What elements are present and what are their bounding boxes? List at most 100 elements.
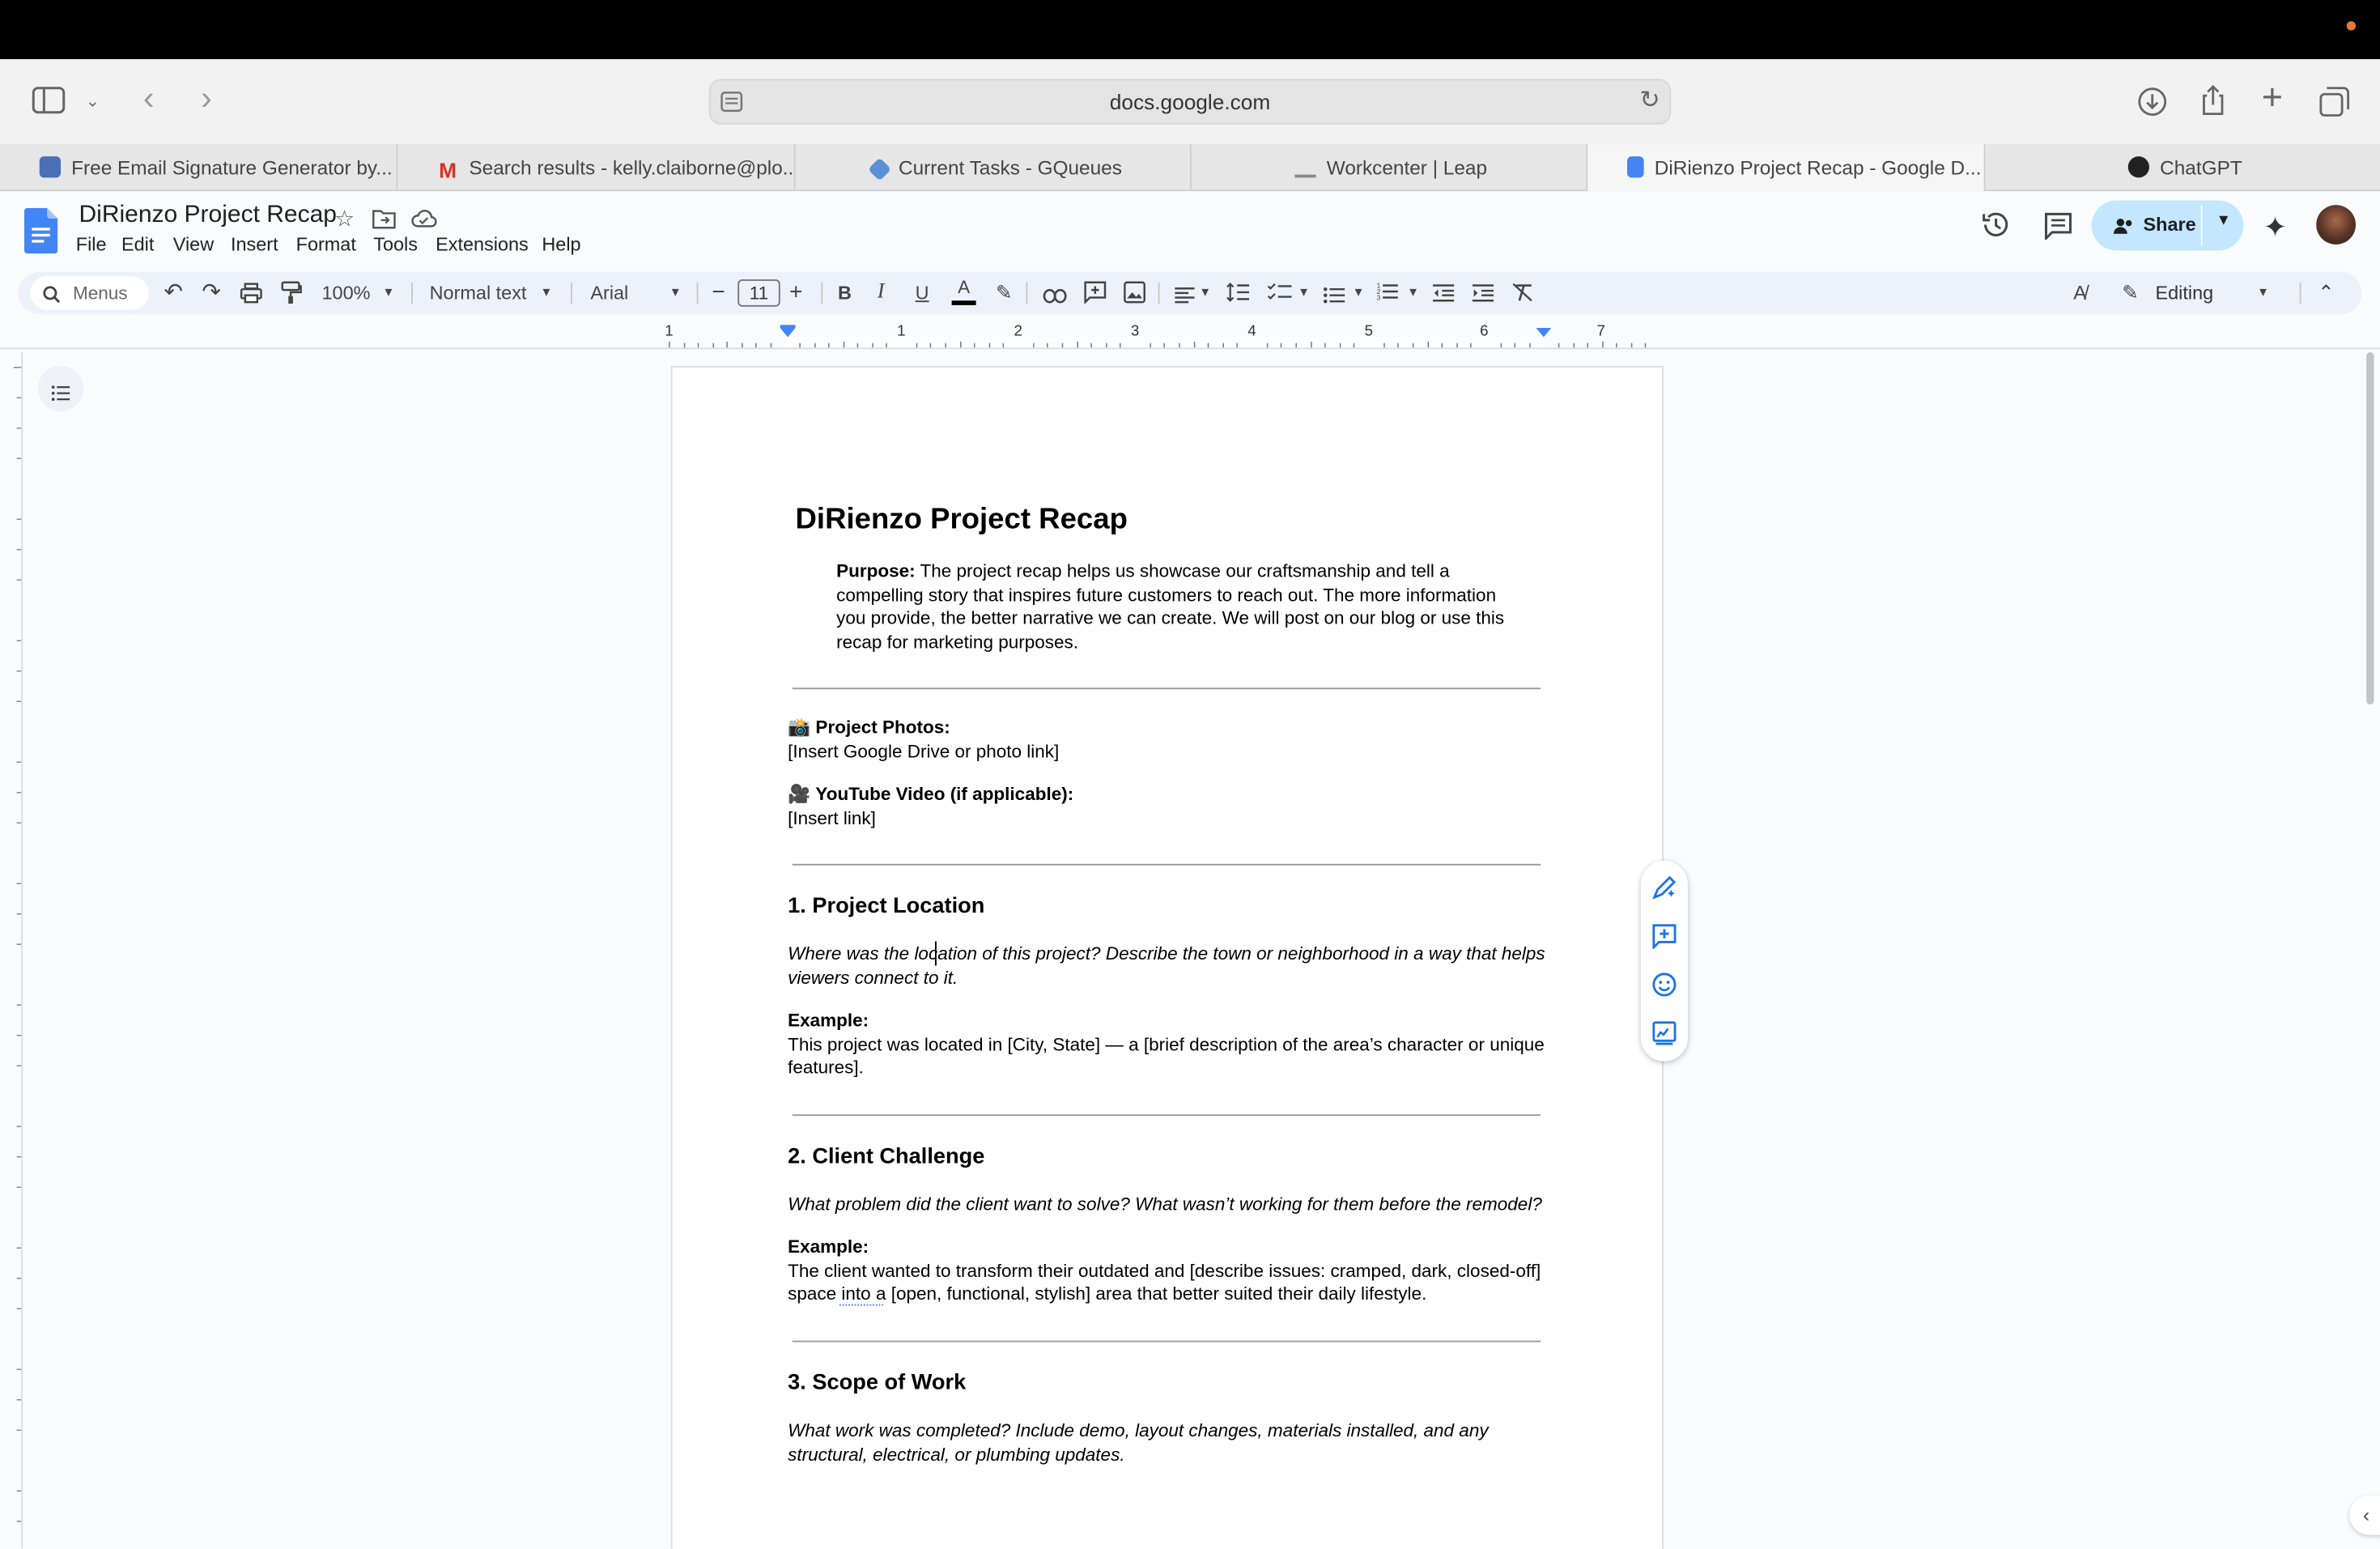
menu-format[interactable]: Format [296, 234, 356, 255]
numbering-dropdown-icon[interactable]: ▼ [1407, 272, 1419, 315]
font-dropdown-icon[interactable]: ▼ [669, 272, 682, 315]
checklist-dropdown-icon[interactable]: ▼ [1298, 272, 1310, 315]
side-panel-expand-icon[interactable]: ‹ [2350, 1496, 2380, 1535]
bold-icon[interactable]: B [838, 272, 852, 315]
example-text[interactable]: The client wanted to transform their out… [788, 1259, 1541, 1283]
back-icon[interactable]: ‹ [134, 83, 164, 114]
increase-indent-icon[interactable] [1473, 283, 1494, 310]
browser-tab[interactable]: Workcenter | Leap [1192, 144, 1587, 191]
highlight-color-icon[interactable]: ✎ [996, 272, 1012, 315]
purpose-line[interactable]: you provide, the better narrative we can… [836, 607, 1504, 631]
zoom-dropdown-icon[interactable]: ▼ [383, 272, 395, 315]
horizontal-ruler[interactable] [665, 321, 1667, 348]
menu-help[interactable]: Help [542, 234, 580, 255]
add-comment-side-icon[interactable] [1651, 923, 1677, 956]
numbered-list-icon[interactable]: 123 [1377, 281, 1398, 309]
purpose-line[interactable]: recap for marketing purposes. [836, 631, 1078, 654]
paragraph-style-select[interactable]: Normal text [430, 272, 527, 315]
browser-tab[interactable]: Free Email Signature Generator by... [0, 144, 397, 191]
decrease-font-size-icon[interactable]: − [712, 272, 725, 315]
browser-tab[interactable]: ChatGPT [1986, 144, 2380, 191]
print-icon[interactable] [240, 283, 262, 312]
suggest-edits-icon[interactable] [1651, 1020, 1677, 1053]
undo-icon[interactable]: ↶ [164, 272, 184, 315]
section-prompt[interactable]: structural, electrical, or plumbing upda… [788, 1443, 1124, 1466]
insert-link-icon[interactable] [1043, 284, 1067, 312]
underline-icon[interactable]: U [916, 272, 929, 315]
share-dropdown-icon[interactable]: ▼ [2216, 213, 2232, 230]
docs-logo-icon[interactable] [24, 208, 57, 262]
version-history-icon[interactable] [1981, 210, 2012, 248]
forward-icon[interactable]: › [191, 83, 222, 114]
add-comment-icon[interactable] [1084, 281, 1107, 312]
align-dropdown-icon[interactable]: ▼ [1199, 272, 1211, 315]
chevron-down-icon[interactable]: ⌄ [82, 87, 103, 117]
document-title[interactable]: DiRienzo Project Recap [79, 202, 337, 229]
purpose-line[interactable]: Purpose: The project recap helps us show… [836, 560, 1450, 584]
emoji-reaction-icon[interactable] [1651, 972, 1677, 1005]
checklist-icon[interactable] [1268, 283, 1292, 310]
search-menus-input[interactable]: Menus [31, 276, 149, 309]
example-text[interactable]: features]. [788, 1057, 864, 1080]
menu-view[interactable]: View [173, 234, 214, 255]
section-prompt[interactable]: What work was completed? Include demo, l… [788, 1419, 1488, 1443]
redo-icon[interactable]: ↷ [202, 272, 221, 315]
section-heading[interactable]: 1. Project Location [788, 896, 984, 919]
insert-image-icon[interactable] [1124, 281, 1146, 312]
spelling-check-icon[interactable]: A̸ [2073, 272, 2086, 315]
font-size-input[interactable]: 11 [737, 279, 780, 307]
mode-dropdown-icon[interactable]: ▼ [2257, 272, 2269, 315]
vertical-scrollbar-thumb[interactable] [2366, 352, 2374, 704]
share-button[interactable]: Share ▼ [2092, 201, 2244, 251]
star-icon[interactable]: ☆ [331, 205, 359, 236]
section-heading[interactable]: 2. Client Challenge [788, 1147, 984, 1170]
italic-icon[interactable]: I [878, 272, 885, 315]
browser-tab[interactable]: MSearch results - kelly.claiborne@plo... [397, 144, 795, 191]
editing-mode-select[interactable]: Editing [2156, 272, 2214, 315]
paint-format-icon[interactable] [281, 281, 302, 313]
document-outline-button[interactable] [38, 366, 83, 411]
menu-file[interactable]: File [76, 234, 107, 255]
editing-pencil-icon[interactable]: ✎ [2122, 272, 2138, 315]
reload-icon[interactable]: ↻ [1636, 87, 1664, 117]
style-dropdown-icon[interactable]: ▼ [541, 272, 553, 315]
youtube-video-label[interactable]: 🎥 YouTube Video (if applicable): [788, 784, 1073, 807]
clear-formatting-icon[interactable] [1512, 283, 1535, 310]
new-tab-icon[interactable]: + [2255, 83, 2289, 114]
bullets-dropdown-icon[interactable]: ▼ [1353, 272, 1365, 315]
menu-tools[interactable]: Tools [373, 234, 418, 255]
menu-extensions[interactable]: Extensions [436, 234, 529, 255]
youtube-video-link[interactable]: [Insert link] [788, 807, 876, 831]
align-left-icon[interactable] [1175, 284, 1194, 312]
example-text[interactable]: space into a [open, functional, stylish]… [788, 1283, 1426, 1306]
cloud-saved-icon[interactable] [410, 208, 437, 237]
section-prompt[interactable]: Where was the location of this project? … [788, 943, 1545, 966]
menu-insert[interactable]: Insert [231, 234, 278, 255]
zoom-select[interactable]: 100% [322, 272, 371, 315]
example-text[interactable]: This project was located in [City, State… [788, 1033, 1545, 1057]
line-spacing-icon[interactable] [1226, 283, 1249, 310]
browser-tab-active[interactable]: DiRienzo Project Recap - Google D... [1587, 144, 1985, 191]
section-prompt[interactable]: viewers connect to it. [788, 966, 958, 989]
example-label[interactable]: Example: [788, 1010, 869, 1033]
sidebar-toggle-icon[interactable] [31, 87, 67, 123]
document-heading[interactable]: DiRienzo Project Recap [796, 501, 1128, 538]
grammar-suggestion-underline[interactable] [839, 1304, 883, 1306]
vertical-ruler[interactable] [0, 352, 23, 1549]
tab-overview-icon[interactable] [2319, 87, 2350, 125]
project-photos-link[interactable]: [Insert Google Drive or photo link] [788, 740, 1059, 764]
help-me-write-icon[interactable] [1651, 875, 1677, 908]
section-heading[interactable]: 3. Scope of Work [788, 1372, 966, 1396]
font-family-select[interactable]: Arial [590, 272, 628, 315]
menu-edit[interactable]: Edit [121, 234, 154, 255]
user-avatar[interactable] [2316, 205, 2356, 245]
download-icon[interactable] [2137, 87, 2168, 125]
share-icon[interactable] [2199, 83, 2227, 125]
comments-icon[interactable] [2043, 211, 2074, 248]
example-label[interactable]: Example: [788, 1236, 869, 1259]
purpose-line[interactable]: compelling story that inspires future cu… [836, 584, 1496, 607]
section-prompt[interactable]: What problem did the client want to solv… [788, 1194, 1542, 1217]
browser-tab[interactable]: Current Tasks - GQueues [796, 144, 1192, 191]
project-photos-label[interactable]: 📸 Project Photos: [788, 717, 950, 740]
decrease-indent-icon[interactable] [1433, 283, 1454, 310]
